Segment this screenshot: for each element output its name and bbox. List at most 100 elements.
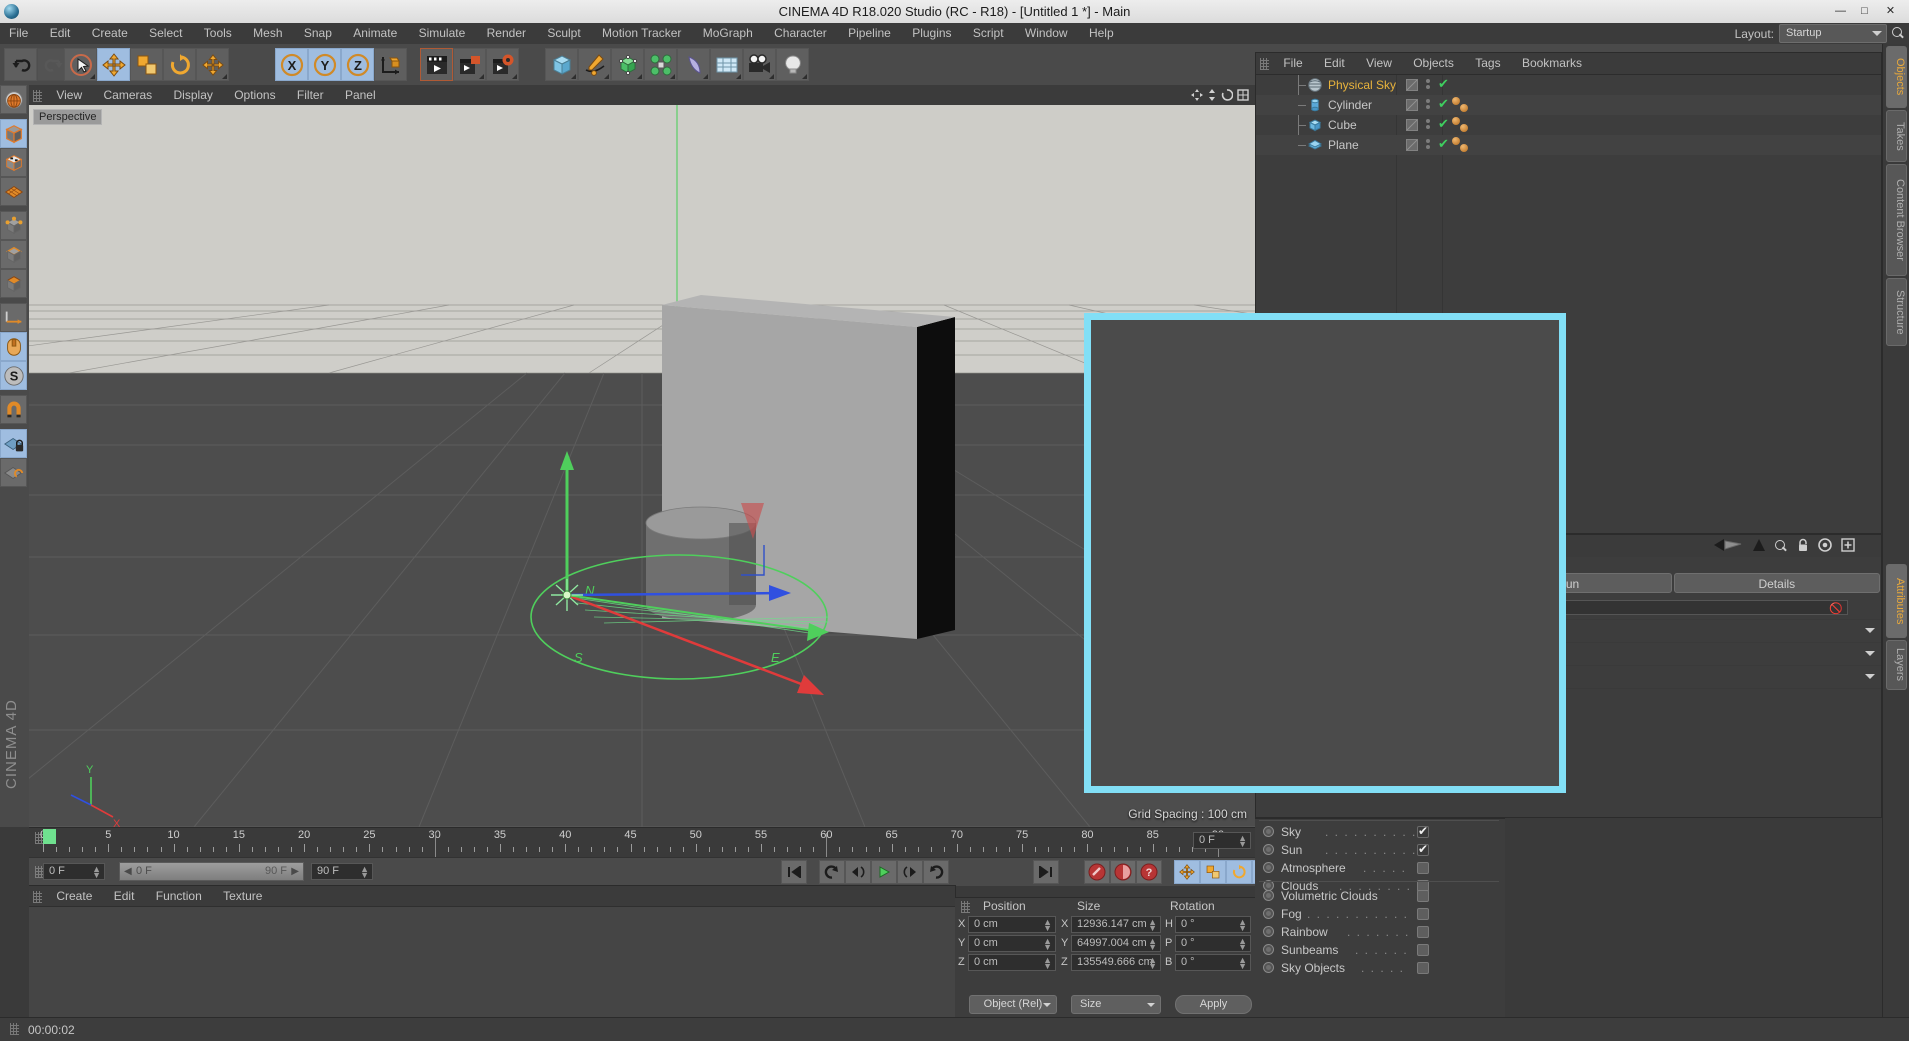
menu-item-tools[interactable]: Tools xyxy=(195,23,241,44)
search-attributes-icon[interactable] xyxy=(1775,540,1788,553)
model-mode-button[interactable] xyxy=(0,119,27,148)
sky-feature-row-volumetric-clouds[interactable]: Volumetric Clouds xyxy=(1255,887,1505,905)
keyframe-selection-button[interactable]: ? xyxy=(1136,860,1162,884)
object-visibility-dots-cell[interactable] xyxy=(1406,99,1418,111)
object-tags[interactable] xyxy=(1452,137,1474,153)
object-row-cube[interactable]: Cube ✔ xyxy=(1256,115,1881,135)
rotate-tool[interactable] xyxy=(163,48,196,81)
viewport-rotate-icon[interactable] xyxy=(1221,89,1234,104)
tab-takes[interactable]: Takes xyxy=(1886,110,1907,162)
range-end-field[interactable]: 90 F ▲ ▼ xyxy=(311,863,373,880)
menu-item-character[interactable]: Character xyxy=(765,23,836,44)
live-selection-tool[interactable] xyxy=(64,48,97,81)
object-visibility-dots-cell[interactable] xyxy=(1406,79,1418,91)
tab-content-browser[interactable]: Content Browser xyxy=(1886,164,1907,276)
object-enabled-check-icon[interactable]: ✔ xyxy=(1438,77,1449,90)
menu-item-snap[interactable]: Snap xyxy=(295,23,341,44)
stepper-icon[interactable]: ▲ ▼ xyxy=(1043,956,1052,971)
panel-grip-icon[interactable] xyxy=(33,890,42,903)
record-position-button[interactable] xyxy=(1174,860,1200,884)
search-icon[interactable] xyxy=(1892,27,1905,40)
viewport-scale-icon[interactable] xyxy=(1207,89,1217,104)
object-row-physical-sky[interactable]: Physical Sky ✔ xyxy=(1256,75,1881,95)
add-spline-button[interactable] xyxy=(578,48,611,81)
sky-feature-row-sky-objects[interactable]: Sky Objects . . . . . xyxy=(1255,959,1505,977)
viewport-move-icon[interactable] xyxy=(1191,89,1203,104)
menu-item-motion-tracker[interactable]: Motion Tracker xyxy=(593,23,690,44)
record-rotation-button[interactable] xyxy=(1226,860,1252,884)
snap-settings-button[interactable]: S xyxy=(0,361,27,390)
magnet-tool[interactable] xyxy=(0,395,27,424)
sky-feature-row-rainbow[interactable]: Rainbow . . . . . . . xyxy=(1255,923,1505,941)
texture-mode-button[interactable] xyxy=(0,148,27,177)
tab-layers[interactable]: Layers xyxy=(1886,640,1907,690)
chevron-down-icon[interactable] xyxy=(1865,674,1875,679)
object-enabled-check-icon[interactable]: ✔ xyxy=(1438,137,1449,150)
layout-dropdown[interactable]: Startup xyxy=(1779,24,1887,43)
step-back-button[interactable] xyxy=(845,860,871,884)
viewport-menu-options[interactable]: Options xyxy=(225,85,284,105)
sky-feature-checkbox[interactable] xyxy=(1417,926,1429,938)
rotation-h-input[interactable]: 0 ° ▲ ▼ xyxy=(1175,916,1251,933)
menu-item-simulate[interactable]: Simulate xyxy=(410,23,475,44)
lock-x-axis-button[interactable]: X xyxy=(275,48,308,81)
autokeying-button[interactable] xyxy=(1110,860,1136,884)
object-visibility-toggles[interactable] xyxy=(1426,99,1431,111)
tab-details[interactable]: Details xyxy=(1673,573,1880,593)
attribute-lock-icon[interactable]: 🚫 xyxy=(1829,602,1843,615)
sky-feature-row-atmosphere[interactable]: Atmosphere . . . . . xyxy=(1255,859,1505,877)
menu-item-mesh[interactable]: Mesh xyxy=(244,23,291,44)
menu-item-render[interactable]: Render xyxy=(478,23,535,44)
object-menu-view[interactable]: View xyxy=(1357,53,1401,74)
menu-item-mograph[interactable]: MoGraph xyxy=(694,23,762,44)
material-manager-canvas[interactable] xyxy=(29,906,955,1018)
radio-icon[interactable] xyxy=(1263,944,1274,955)
sky-feature-checkbox[interactable] xyxy=(1417,862,1429,874)
step-forward-button[interactable] xyxy=(897,860,923,884)
menu-item-animate[interactable]: Animate xyxy=(344,23,406,44)
timeline-end-field[interactable]: 0 F ▲ ▼ xyxy=(1193,832,1251,849)
lock-z-axis-button[interactable]: Z xyxy=(341,48,374,81)
record-scale-button[interactable] xyxy=(1200,860,1226,884)
menu-item-create[interactable]: Create xyxy=(83,23,137,44)
tab-attributes[interactable]: Attributes xyxy=(1886,564,1907,638)
size-y-input[interactable]: 64997.004 cm ▲ ▼ xyxy=(1071,935,1161,952)
material-menu-texture[interactable]: Texture xyxy=(214,886,271,906)
render-settings-button[interactable] xyxy=(486,48,519,81)
preview-range-slider[interactable]: ◀ 0 F 90 F ▶ xyxy=(119,862,304,881)
object-visibility-toggles[interactable] xyxy=(1426,139,1431,151)
goto-end-button[interactable] xyxy=(1033,860,1059,884)
up-navigation-icon[interactable] xyxy=(1752,538,1766,555)
tab-structure[interactable]: Structure xyxy=(1886,278,1907,346)
render-to-picture-viewer-button[interactable] xyxy=(453,48,486,81)
sky-feature-row-sky[interactable]: Sky . . . . . . . . . . . xyxy=(1255,823,1505,841)
lock-attributes-icon[interactable] xyxy=(1797,538,1809,555)
viewport-menu-display[interactable]: Display xyxy=(165,85,222,105)
sky-feature-checkbox[interactable] xyxy=(1417,908,1429,920)
attribute-value-field[interactable]: 🚫 xyxy=(1526,600,1848,615)
preview-range-left-handle-icon[interactable]: ◀ xyxy=(124,866,132,877)
target-attributes-icon[interactable] xyxy=(1818,538,1832,555)
apply-button[interactable]: Apply xyxy=(1175,995,1252,1014)
viewport-maximize-icon[interactable] xyxy=(1237,89,1249,104)
timeline-playhead[interactable] xyxy=(43,829,56,844)
add-nurbs-button[interactable] xyxy=(611,48,644,81)
scale-tool[interactable] xyxy=(130,48,163,81)
back-navigation-icon[interactable] xyxy=(1713,538,1743,555)
radio-icon[interactable] xyxy=(1263,890,1274,901)
sky-feature-row-sun[interactable]: Sun . . . . . . . . . . . xyxy=(1255,841,1505,859)
position-x-input[interactable]: 0 cm ▲ ▼ xyxy=(968,916,1056,933)
menu-item-file[interactable]: File xyxy=(0,23,37,44)
radio-icon[interactable] xyxy=(1263,926,1274,937)
viewport-solo-button[interactable] xyxy=(0,332,27,361)
object-tags[interactable] xyxy=(1452,97,1474,113)
render-view-button[interactable] xyxy=(420,48,453,81)
tab-objects[interactable]: Objects xyxy=(1886,46,1907,108)
close-button[interactable]: ✕ xyxy=(1882,3,1899,20)
workplane-mode-button[interactable] xyxy=(0,177,27,206)
goto-start-button[interactable] xyxy=(781,860,807,884)
undo-button[interactable] xyxy=(4,48,37,81)
add-attribute-icon[interactable] xyxy=(1841,538,1855,555)
coordinate-mode-dropdown[interactable]: Object (Rel) xyxy=(969,995,1057,1014)
size-z-input[interactable]: 135549.666 cm ▲ ▼ xyxy=(1071,954,1161,971)
